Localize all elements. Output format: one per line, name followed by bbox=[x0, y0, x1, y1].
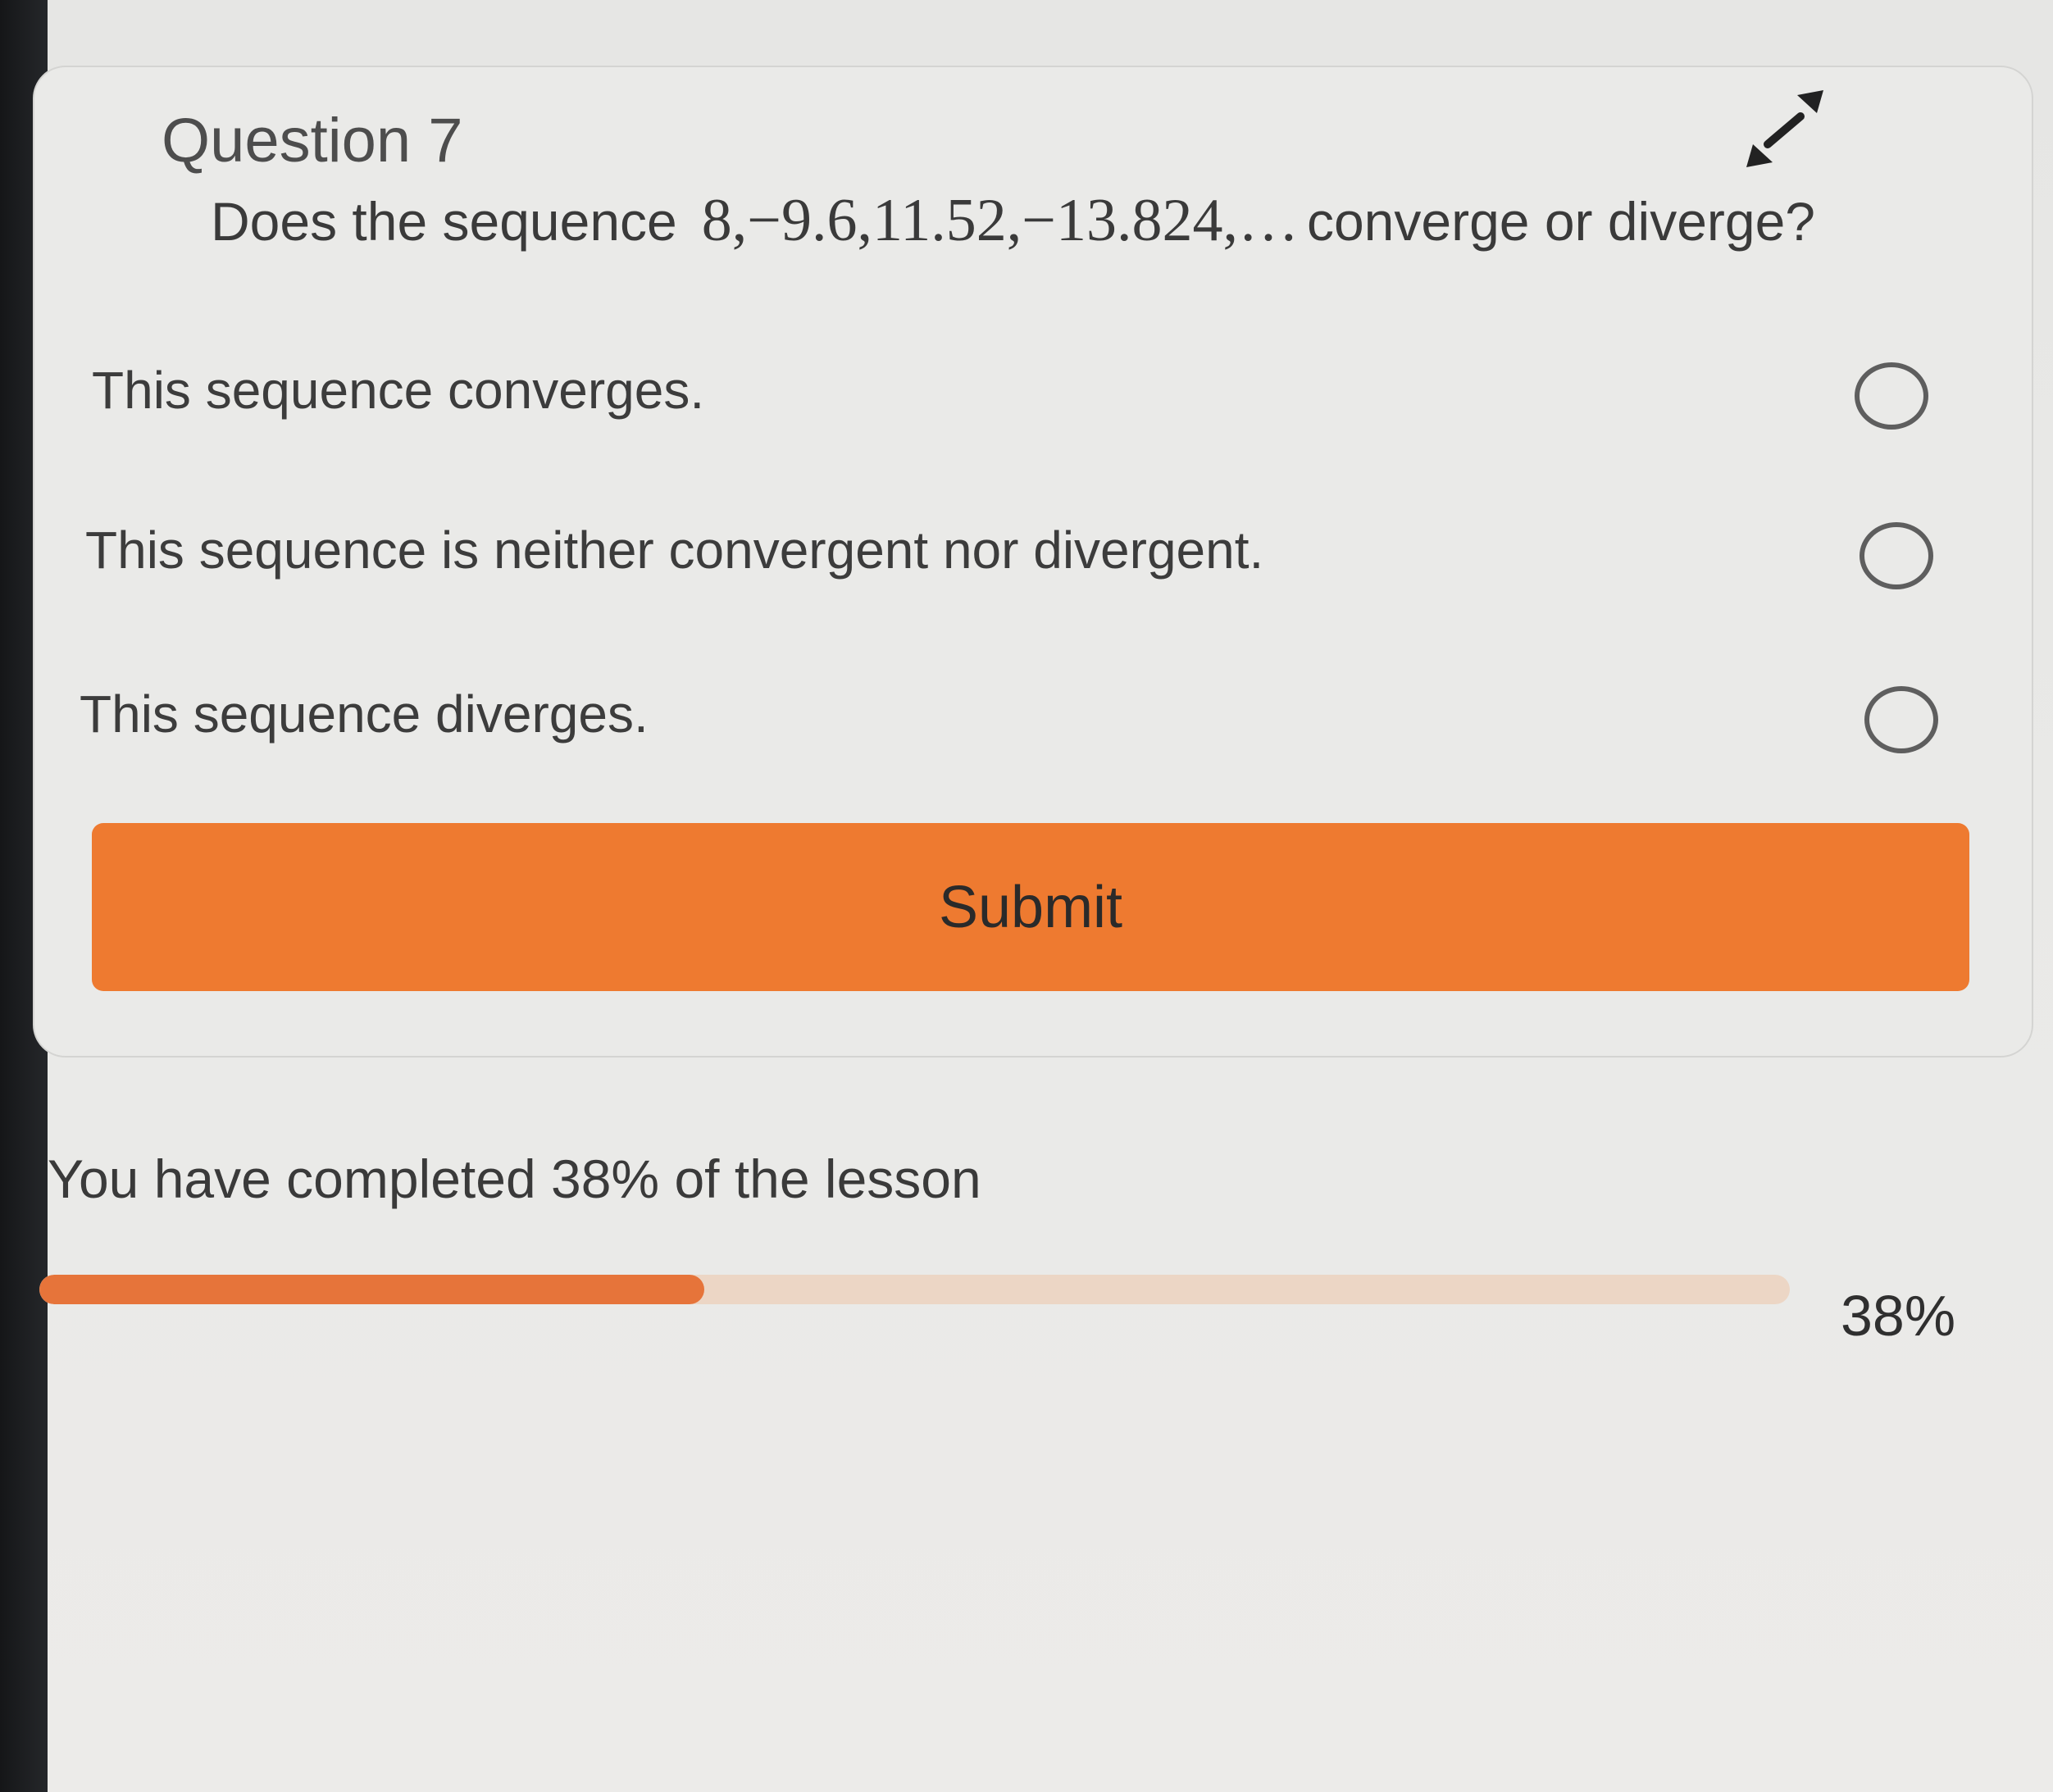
option-label: This sequence is neither convergent nor … bbox=[85, 521, 1264, 580]
progress-message: You have completed 38% of the lesson bbox=[48, 1148, 981, 1209]
question-card: Question 7 Does the sequence 8,−9.6,11.52… bbox=[33, 66, 2033, 1057]
answer-option-converges[interactable]: This sequence converges. bbox=[34, 330, 2032, 444]
radio-button-neither[interactable] bbox=[1860, 522, 1933, 589]
question-prompt: Does the sequence 8,−9.6,11.52,−13.824,… c… bbox=[211, 190, 1815, 251]
option-label: This sequence diverges. bbox=[80, 685, 649, 744]
progress-percent: 38% bbox=[1841, 1284, 1956, 1348]
answer-option-neither[interactable]: This sequence is neither convergent nor … bbox=[34, 489, 2032, 604]
prompt-text-before: Does the sequence bbox=[211, 191, 677, 252]
expand-arrows-icon[interactable] bbox=[1732, 77, 1838, 175]
sequence-expression: 8,−9.6,11.52,−13.824,… bbox=[701, 187, 1299, 254]
progress-bar bbox=[39, 1275, 1790, 1304]
question-number: Question 7 bbox=[162, 106, 463, 175]
option-label: This sequence converges. bbox=[92, 361, 705, 420]
answer-option-diverges[interactable]: This sequence diverges. bbox=[34, 653, 2032, 768]
radio-button-diverges[interactable] bbox=[1864, 686, 1938, 753]
radio-button-converges[interactable] bbox=[1855, 362, 1928, 430]
submit-button[interactable]: Submit bbox=[92, 823, 1969, 991]
prompt-text-after: converge or diverge? bbox=[1306, 191, 1816, 252]
progress-bar-fill bbox=[39, 1275, 705, 1304]
